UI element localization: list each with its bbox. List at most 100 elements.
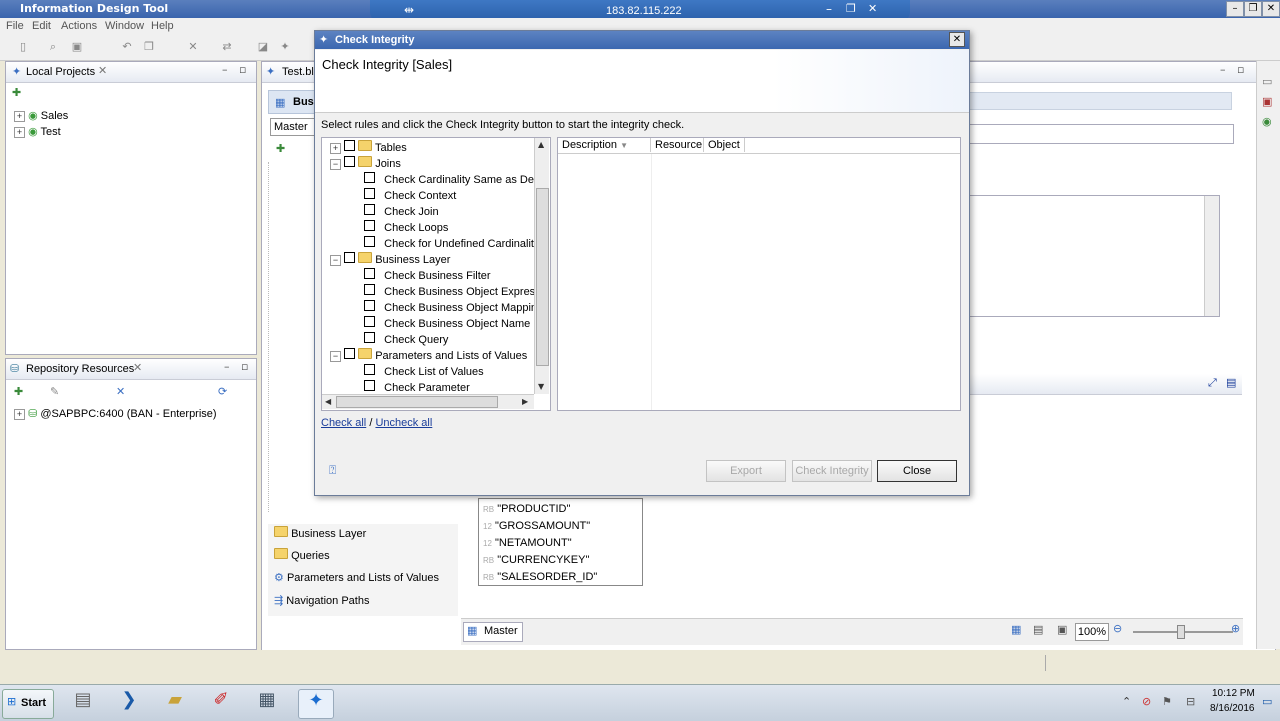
remote-close-icon[interactable]: ✕ <box>868 2 877 15</box>
rule-item[interactable]: Check Parameter <box>364 380 470 394</box>
show-desktop-icon[interactable]: ▭ <box>1262 695 1272 708</box>
refresh-icon[interactable]: ⟳ <box>218 385 227 398</box>
column-row[interactable]: RB "SALESORDER_ID" <box>483 571 597 583</box>
minimize-panel-icon[interactable]: – <box>224 360 230 373</box>
checkbox[interactable] <box>364 204 375 215</box>
export-button[interactable]: Export <box>706 460 786 482</box>
copy-icon[interactable]: ❐ <box>142 40 156 54</box>
rule-group-joins[interactable]: − Joins <box>330 156 401 170</box>
nav-queries[interactable]: Queries <box>274 548 330 562</box>
restore-button[interactable]: ❐ <box>1244 1 1262 17</box>
toolbar-icon[interactable]: ▭ <box>1262 75 1272 88</box>
close-tab-icon[interactable]: ✕ <box>98 64 107 77</box>
rule-item[interactable]: Check Cardinality Same as Dete <box>364 172 543 186</box>
expand-icon[interactable]: + <box>14 111 25 122</box>
new-icon[interactable]: ▯ <box>16 40 30 54</box>
add-icon[interactable]: ✚ <box>276 142 285 155</box>
editor-tab[interactable]: Test.bl <box>282 66 314 78</box>
maximize-view-icon[interactable]: ⤢ <box>1208 376 1217 390</box>
connect-icon[interactable]: ⇄ <box>220 40 234 54</box>
toolbar-icon[interactable]: ◉ <box>1262 115 1272 128</box>
vertical-scrollbar[interactable]: ▲ ▼ <box>534 138 549 394</box>
minimize-button[interactable]: – <box>1226 1 1244 17</box>
checkbox[interactable] <box>364 300 375 311</box>
explorer-icon[interactable]: ▰ <box>158 689 192 717</box>
delete-icon[interactable]: ✕ <box>186 40 200 54</box>
rule-item[interactable]: Check Join <box>364 204 439 218</box>
close-dialog-button[interactable]: Close <box>877 460 957 482</box>
maximize-panel-icon[interactable]: ▫ <box>241 360 248 373</box>
checkbox[interactable] <box>364 316 375 327</box>
powershell-icon[interactable]: ❯ <box>112 689 146 717</box>
column-object[interactable]: Object <box>704 138 745 152</box>
column-row[interactable]: RB "CURRENCYKEY" <box>483 554 589 566</box>
remote-restore-icon[interactable]: ❐ <box>846 2 856 15</box>
fit-icon[interactable]: ▣ <box>1057 623 1067 636</box>
checkbox[interactable] <box>364 236 375 247</box>
menu-icon[interactable]: ▤ <box>1226 376 1236 389</box>
minimize-panel-icon[interactable]: – <box>222 63 228 76</box>
rule-group-tables[interactable]: + Tables <box>330 140 407 154</box>
zoom-field[interactable]: 100% <box>1075 623 1109 641</box>
menu-actions[interactable]: Actions <box>61 20 97 32</box>
checkbox[interactable] <box>364 364 375 375</box>
scrollbar[interactable] <box>1204 196 1219 316</box>
toolbar-icon[interactable]: ▣ <box>1262 95 1272 108</box>
collapse-icon[interactable]: − <box>330 159 341 170</box>
checkbox[interactable] <box>364 220 375 231</box>
rule-item[interactable]: Check Business Filter <box>364 268 491 282</box>
table-box[interactable]: RB "PRODUCTID" 12 "GROSSAMOUNT" 12 "NETA… <box>478 498 643 586</box>
pin-icon[interactable]: ⇹ <box>404 3 414 17</box>
column-description[interactable]: Description ▼ <box>558 138 651 152</box>
nav-navigation-paths[interactable]: ⇶ Navigation Paths <box>274 594 369 607</box>
menu-window[interactable]: Window <box>105 20 144 32</box>
session-item[interactable]: + ⛁ @SAPBPC:6400 (BAN - Enterprise) <box>14 407 217 420</box>
column-resource[interactable]: Resource <box>651 138 704 152</box>
uncheck-all-link[interactable]: Uncheck all <box>375 417 432 429</box>
checkbox[interactable] <box>364 268 375 279</box>
rule-item[interactable]: Check Business Object Name <box>364 316 530 330</box>
checkbox[interactable] <box>364 332 375 343</box>
rule-group-business-layer[interactable]: − Business Layer <box>330 252 450 266</box>
start-button[interactable]: ⊞ Start <box>2 689 54 719</box>
search-icon[interactable]: ⌕ <box>46 40 60 54</box>
insert-session-icon[interactable]: ✚ <box>14 385 23 398</box>
flag-icon[interactable]: ⚑ <box>1162 695 1172 708</box>
clock-time[interactable]: 10:12 PM <box>1212 688 1255 699</box>
nav-parameters[interactable]: ⚙ Parameters and Lists of Values <box>274 571 439 584</box>
menu-edit[interactable]: Edit <box>32 20 51 32</box>
scroll-down-icon[interactable]: ▼ <box>538 382 544 391</box>
zoom-out-icon[interactable]: ⊖ <box>1113 622 1122 635</box>
column-row[interactable]: 12 "GROSSAMOUNT" <box>483 520 590 532</box>
zoom-in-icon[interactable]: ⊕ <box>1231 622 1240 635</box>
rule-item[interactable]: Check Context <box>364 188 456 202</box>
bottom-tab-master[interactable]: ▦ Master <box>463 622 523 642</box>
checkbox[interactable] <box>364 380 375 391</box>
close-tab-icon[interactable]: ✕ <box>133 361 142 374</box>
edit-icon[interactable]: ✎ <box>50 385 59 398</box>
checkbox[interactable] <box>344 140 356 151</box>
expand-icon[interactable]: + <box>14 409 25 420</box>
scroll-right-icon[interactable]: ▶ <box>522 397 528 406</box>
local-projects-tab[interactable]: Local Projects <box>26 66 95 78</box>
menu-help[interactable]: Help <box>151 20 174 32</box>
close-button[interactable]: ✕ <box>1262 1 1280 17</box>
check-all-link[interactable]: Check all <box>321 417 366 429</box>
maximize-editor-icon[interactable]: ▫ <box>1237 63 1244 76</box>
tray-icon[interactable]: ⊘ <box>1142 695 1151 708</box>
dialog-close-button[interactable]: ✕ <box>949 32 965 47</box>
checkbox[interactable] <box>364 284 375 295</box>
column-row[interactable]: RB "PRODUCTID" <box>483 503 570 515</box>
network-icon[interactable]: ⊟ <box>1186 695 1195 708</box>
undo-icon[interactable]: ↶ <box>120 40 134 54</box>
rule-item[interactable]: Check List of Values <box>364 364 484 378</box>
checkbox[interactable] <box>344 348 356 359</box>
scroll-thumb[interactable] <box>336 396 498 408</box>
description-field[interactable] <box>968 195 1220 317</box>
grid-icon[interactable]: ▦ <box>1011 623 1021 636</box>
checkbox[interactable] <box>364 172 375 183</box>
information-design-tool-icon[interactable]: ✦ <box>298 689 334 719</box>
minimize-editor-icon[interactable]: – <box>1220 63 1226 76</box>
repository-tab[interactable]: Repository Resources <box>26 363 134 375</box>
rule-item[interactable]: Check Query <box>364 332 448 346</box>
